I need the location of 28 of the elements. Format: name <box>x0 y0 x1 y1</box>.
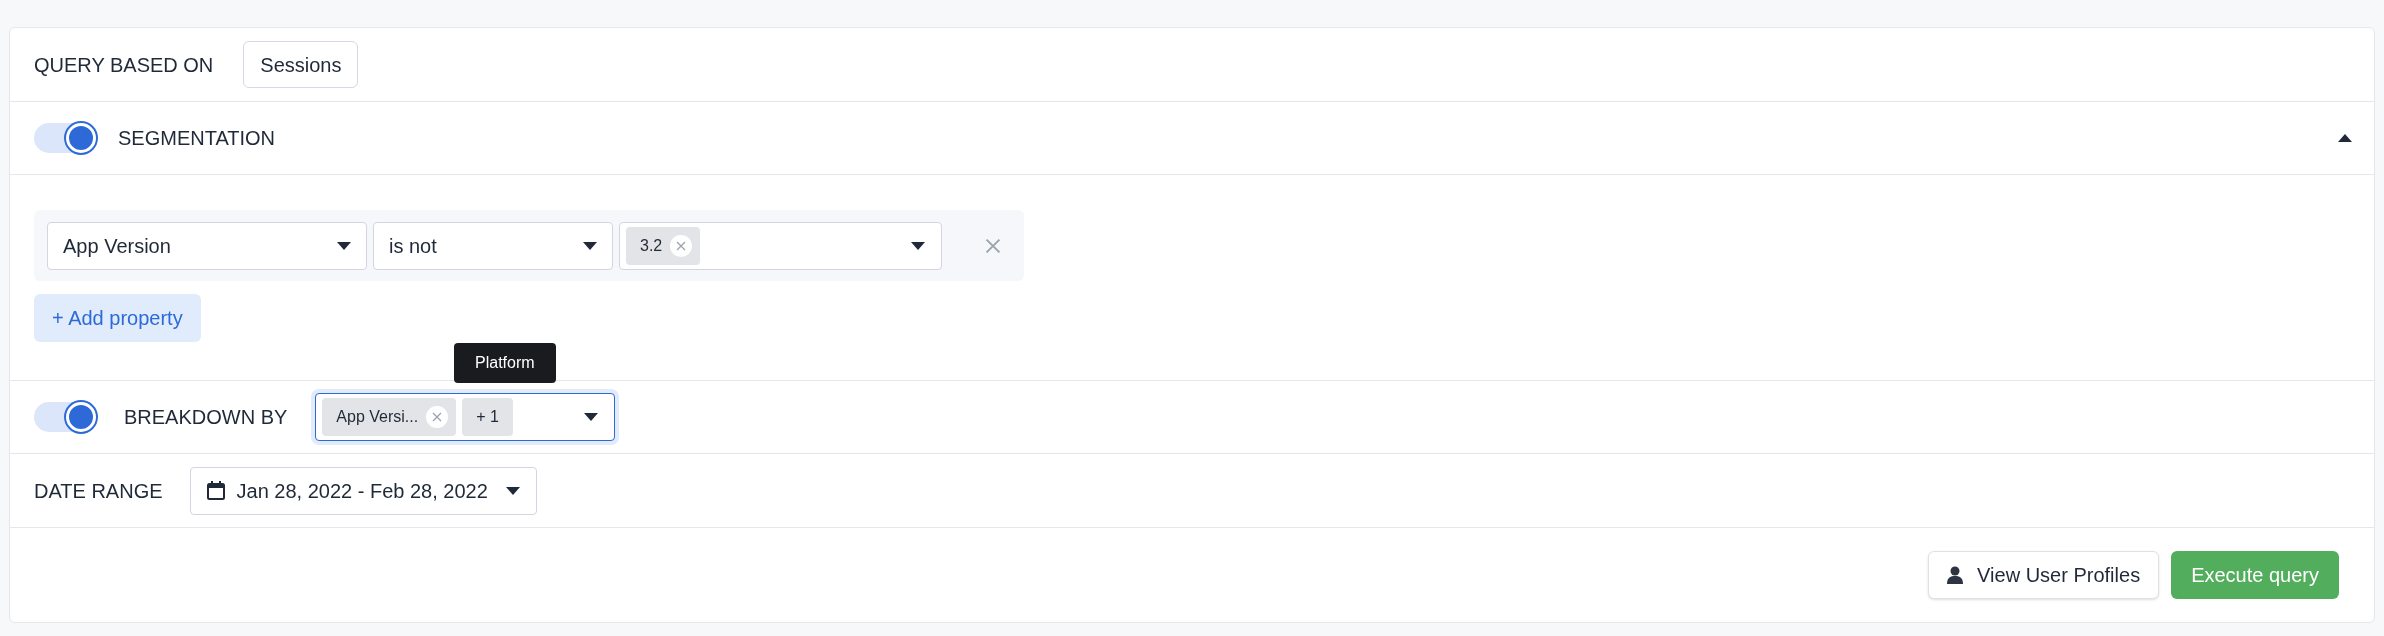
caret-down-icon <box>505 486 520 495</box>
caret-down-icon <box>911 241 925 250</box>
remove-chip-icon[interactable] <box>670 234 693 257</box>
caret-up-icon <box>2338 134 2352 142</box>
add-property-button[interactable]: + Add property <box>34 294 201 342</box>
caret-down-icon <box>337 241 351 250</box>
caret-down-icon <box>584 413 599 421</box>
toggle-switch[interactable] <box>34 123 96 153</box>
view-user-profiles-button[interactable]: View User Profiles <box>1928 551 2160 599</box>
sessions-button[interactable]: Sessions <box>243 41 359 88</box>
date-range-picker[interactable]: Jan 28, 2022 - Feb 28, 2022 <box>189 466 537 515</box>
value-select[interactable]: 3.2 <box>619 221 942 270</box>
breakdown-chip: + 1 <box>462 398 513 436</box>
tooltip: Platform <box>454 343 556 383</box>
property-select[interactable]: App Version <box>47 221 367 270</box>
toggle-switch[interactable] <box>34 402 96 432</box>
breakdown-chip: App Versi... <box>322 398 457 436</box>
remove-chip-icon[interactable] <box>426 406 449 428</box>
operator-select[interactable]: is not <box>373 221 613 270</box>
user-icon <box>1947 566 1964 584</box>
section-label: DATE RANGE <box>34 478 163 504</box>
close-icon[interactable] <box>984 236 1002 255</box>
calendar-icon <box>206 481 225 500</box>
section-label: QUERY BASED ON <box>34 52 214 78</box>
section-label: SEGMENTATION <box>118 126 276 151</box>
value-chip: 3.2 <box>626 226 701 265</box>
section-label: BREAKDOWN BY <box>124 405 288 430</box>
caret-down-icon <box>583 241 597 250</box>
